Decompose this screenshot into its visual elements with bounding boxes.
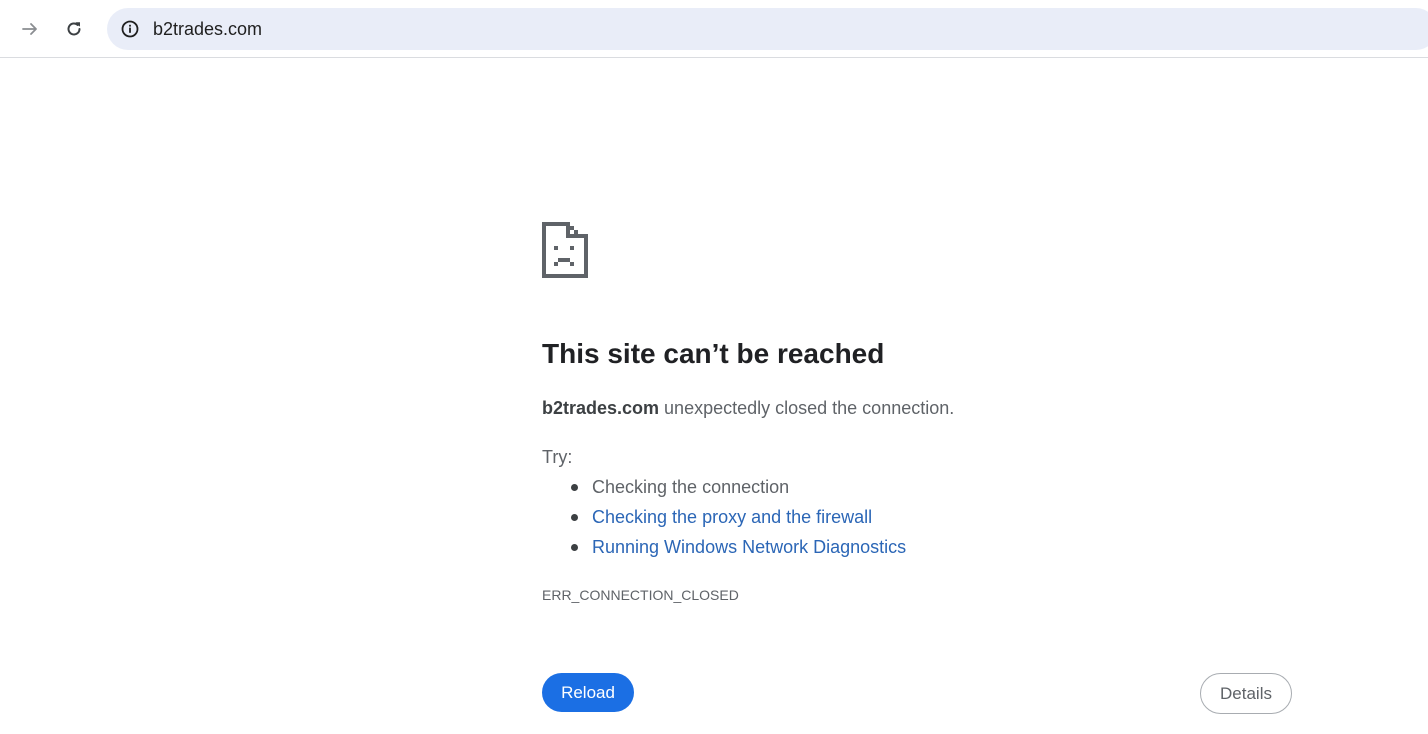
try-label: Try: (542, 447, 573, 467)
forward-button[interactable] (13, 12, 47, 46)
error-host: b2trades.com (542, 398, 660, 418)
sad-page-icon (542, 222, 588, 278)
browser-toolbar: b2trades.com (0, 0, 1428, 58)
site-info-button[interactable] (115, 14, 145, 44)
reload-button[interactable]: Reload (542, 673, 634, 712)
address-bar[interactable]: b2trades.com (107, 8, 1428, 50)
suggestion-network-diagnostics-link[interactable]: Running Windows Network Diagnostics (570, 535, 906, 565)
error-code: ERR_CONNECTION_CLOSED (542, 587, 739, 603)
details-button[interactable]: Details (1200, 673, 1292, 714)
suggestion-list: Checking the connection Checking the pro… (570, 475, 906, 565)
reload-icon (67, 22, 81, 36)
error-summary: b2trades.com unexpectedly closed the con… (542, 396, 954, 420)
suggestion-check-proxy-link[interactable]: Checking the proxy and the firewall (570, 505, 906, 535)
info-circle-icon (121, 20, 139, 38)
error-heading: This site can’t be reached (542, 338, 885, 369)
suggestion-check-connection: Checking the connection (570, 475, 906, 505)
error-summary-text: unexpectedly closed the connection. (659, 398, 955, 418)
url-text[interactable]: b2trades.com (153, 18, 262, 40)
reload-nav-button[interactable] (57, 12, 91, 46)
arrow-right-icon (22, 23, 37, 35)
